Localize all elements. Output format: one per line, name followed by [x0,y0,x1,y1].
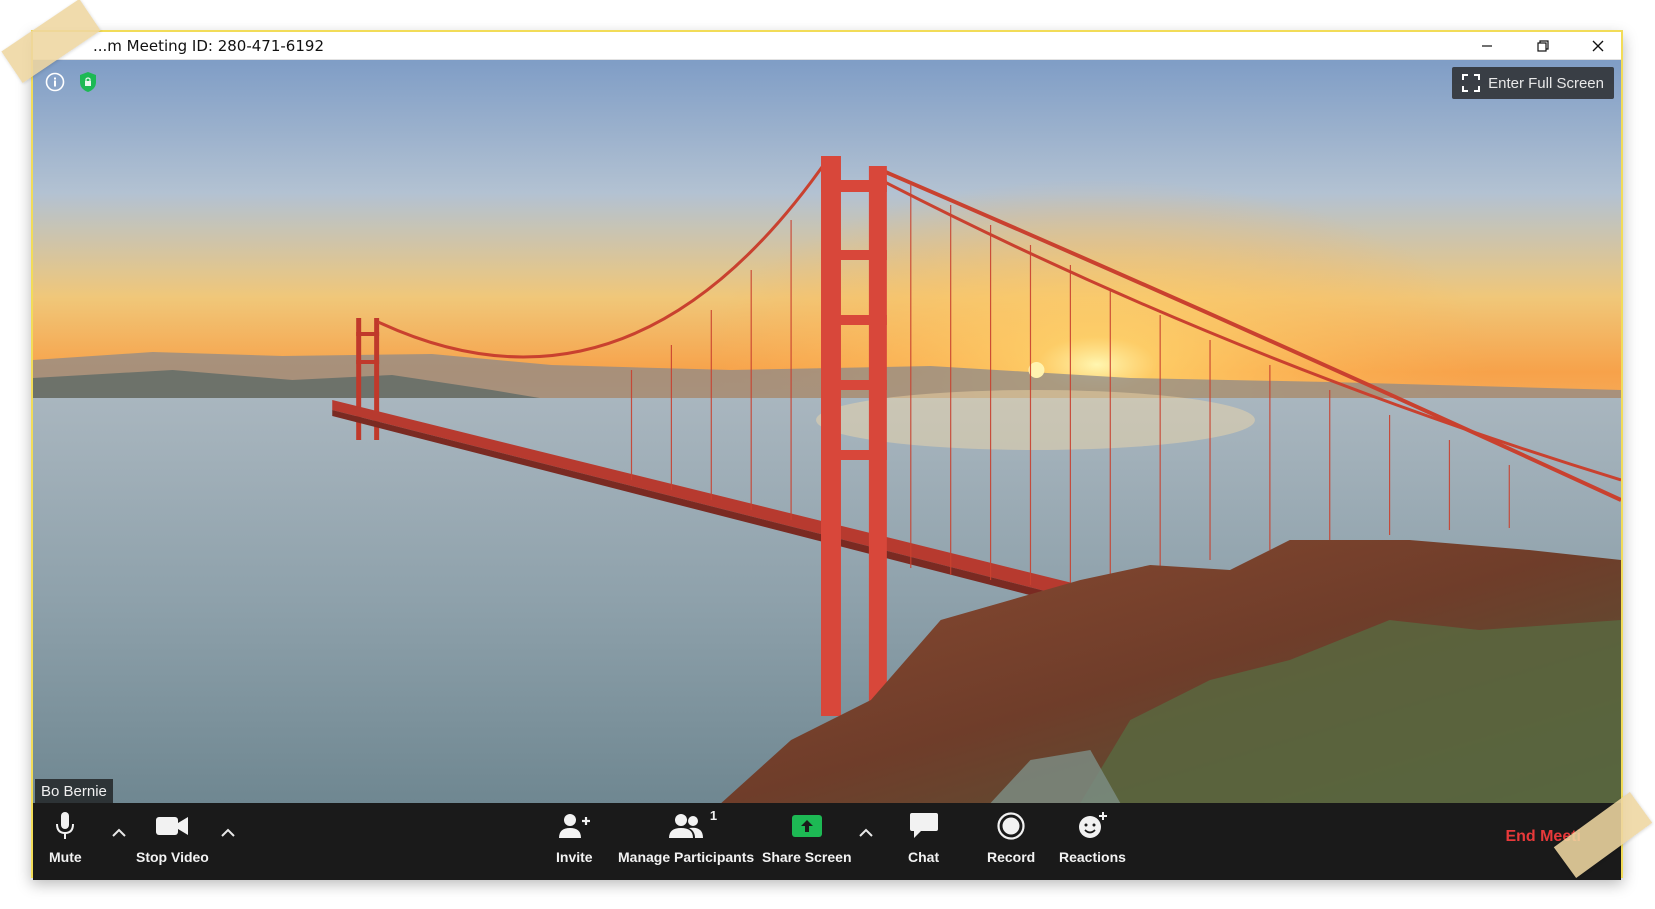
chevron-up-icon [112,828,126,837]
mute-button[interactable]: Mute [49,811,82,865]
microphone-icon [56,812,75,839]
fullscreen-label: Enter Full Screen [1488,74,1604,92]
meeting-toolbar: Mute Stop Video Invite 1 Manage Particip… [33,803,1621,880]
window-title: ...m Meeting ID: 280-471-6192 [93,37,324,55]
manage-participants-button[interactable]: 1 Manage Participants [618,808,755,865]
background-scene [33,60,1621,803]
share-screen-label: Share Screen [762,849,852,865]
participants-label: Manage Participants [618,849,755,865]
participant-name-tag: Bo Bernie [35,779,113,803]
participants-icon [669,814,704,838]
meeting-info-button[interactable] [45,72,65,97]
restore-icon [1537,40,1549,52]
video-options-button[interactable] [220,825,236,843]
enter-full-screen-button[interactable]: Enter Full Screen [1452,67,1614,99]
title-bar: ...m Meeting ID: 280-471-6192 [33,32,1621,60]
chat-label: Chat [908,849,940,865]
stop-video-button[interactable]: Stop Video [136,811,209,865]
participant-name: Bo Bernie [41,782,107,800]
fullscreen-icon [1462,74,1481,92]
invite-button[interactable]: Invite [556,811,593,865]
zoom-window: ...m Meeting ID: 280-471-6192 Enter Full… [31,30,1623,880]
record-label: Record [987,849,1036,865]
close-button[interactable] [1575,32,1621,60]
invite-label: Invite [556,849,593,865]
chat-bubble-icon [909,813,938,838]
chevron-up-icon [859,828,873,837]
stop-video-label: Stop Video [136,849,209,865]
reactions-label: Reactions [1059,849,1126,865]
share-screen-button[interactable]: Share Screen [762,811,852,865]
share-screen-icon [791,815,822,837]
video-camera-icon [156,817,189,835]
share-options-button[interactable] [858,825,874,843]
add-user-icon [559,814,591,838]
chat-button[interactable]: Chat [908,811,939,865]
encryption-button[interactable] [79,71,97,98]
video-area: Enter Full Screen Bo Bernie [33,60,1621,803]
shield-lock-icon [80,72,96,92]
reactions-button[interactable]: Reactions [1059,811,1126,865]
info-icon [45,72,65,92]
chevron-up-icon [221,828,235,837]
restore-button[interactable] [1520,32,1566,60]
minimize-icon [1482,45,1492,47]
audio-options-button[interactable] [111,825,127,843]
mute-label: Mute [49,849,82,865]
record-icon [997,812,1025,840]
record-button[interactable]: Record [987,811,1035,865]
participants-count: 1 [709,808,718,823]
minimize-button[interactable] [1464,32,1510,60]
emoji-plus-icon [1079,812,1108,838]
close-icon [1592,40,1604,52]
